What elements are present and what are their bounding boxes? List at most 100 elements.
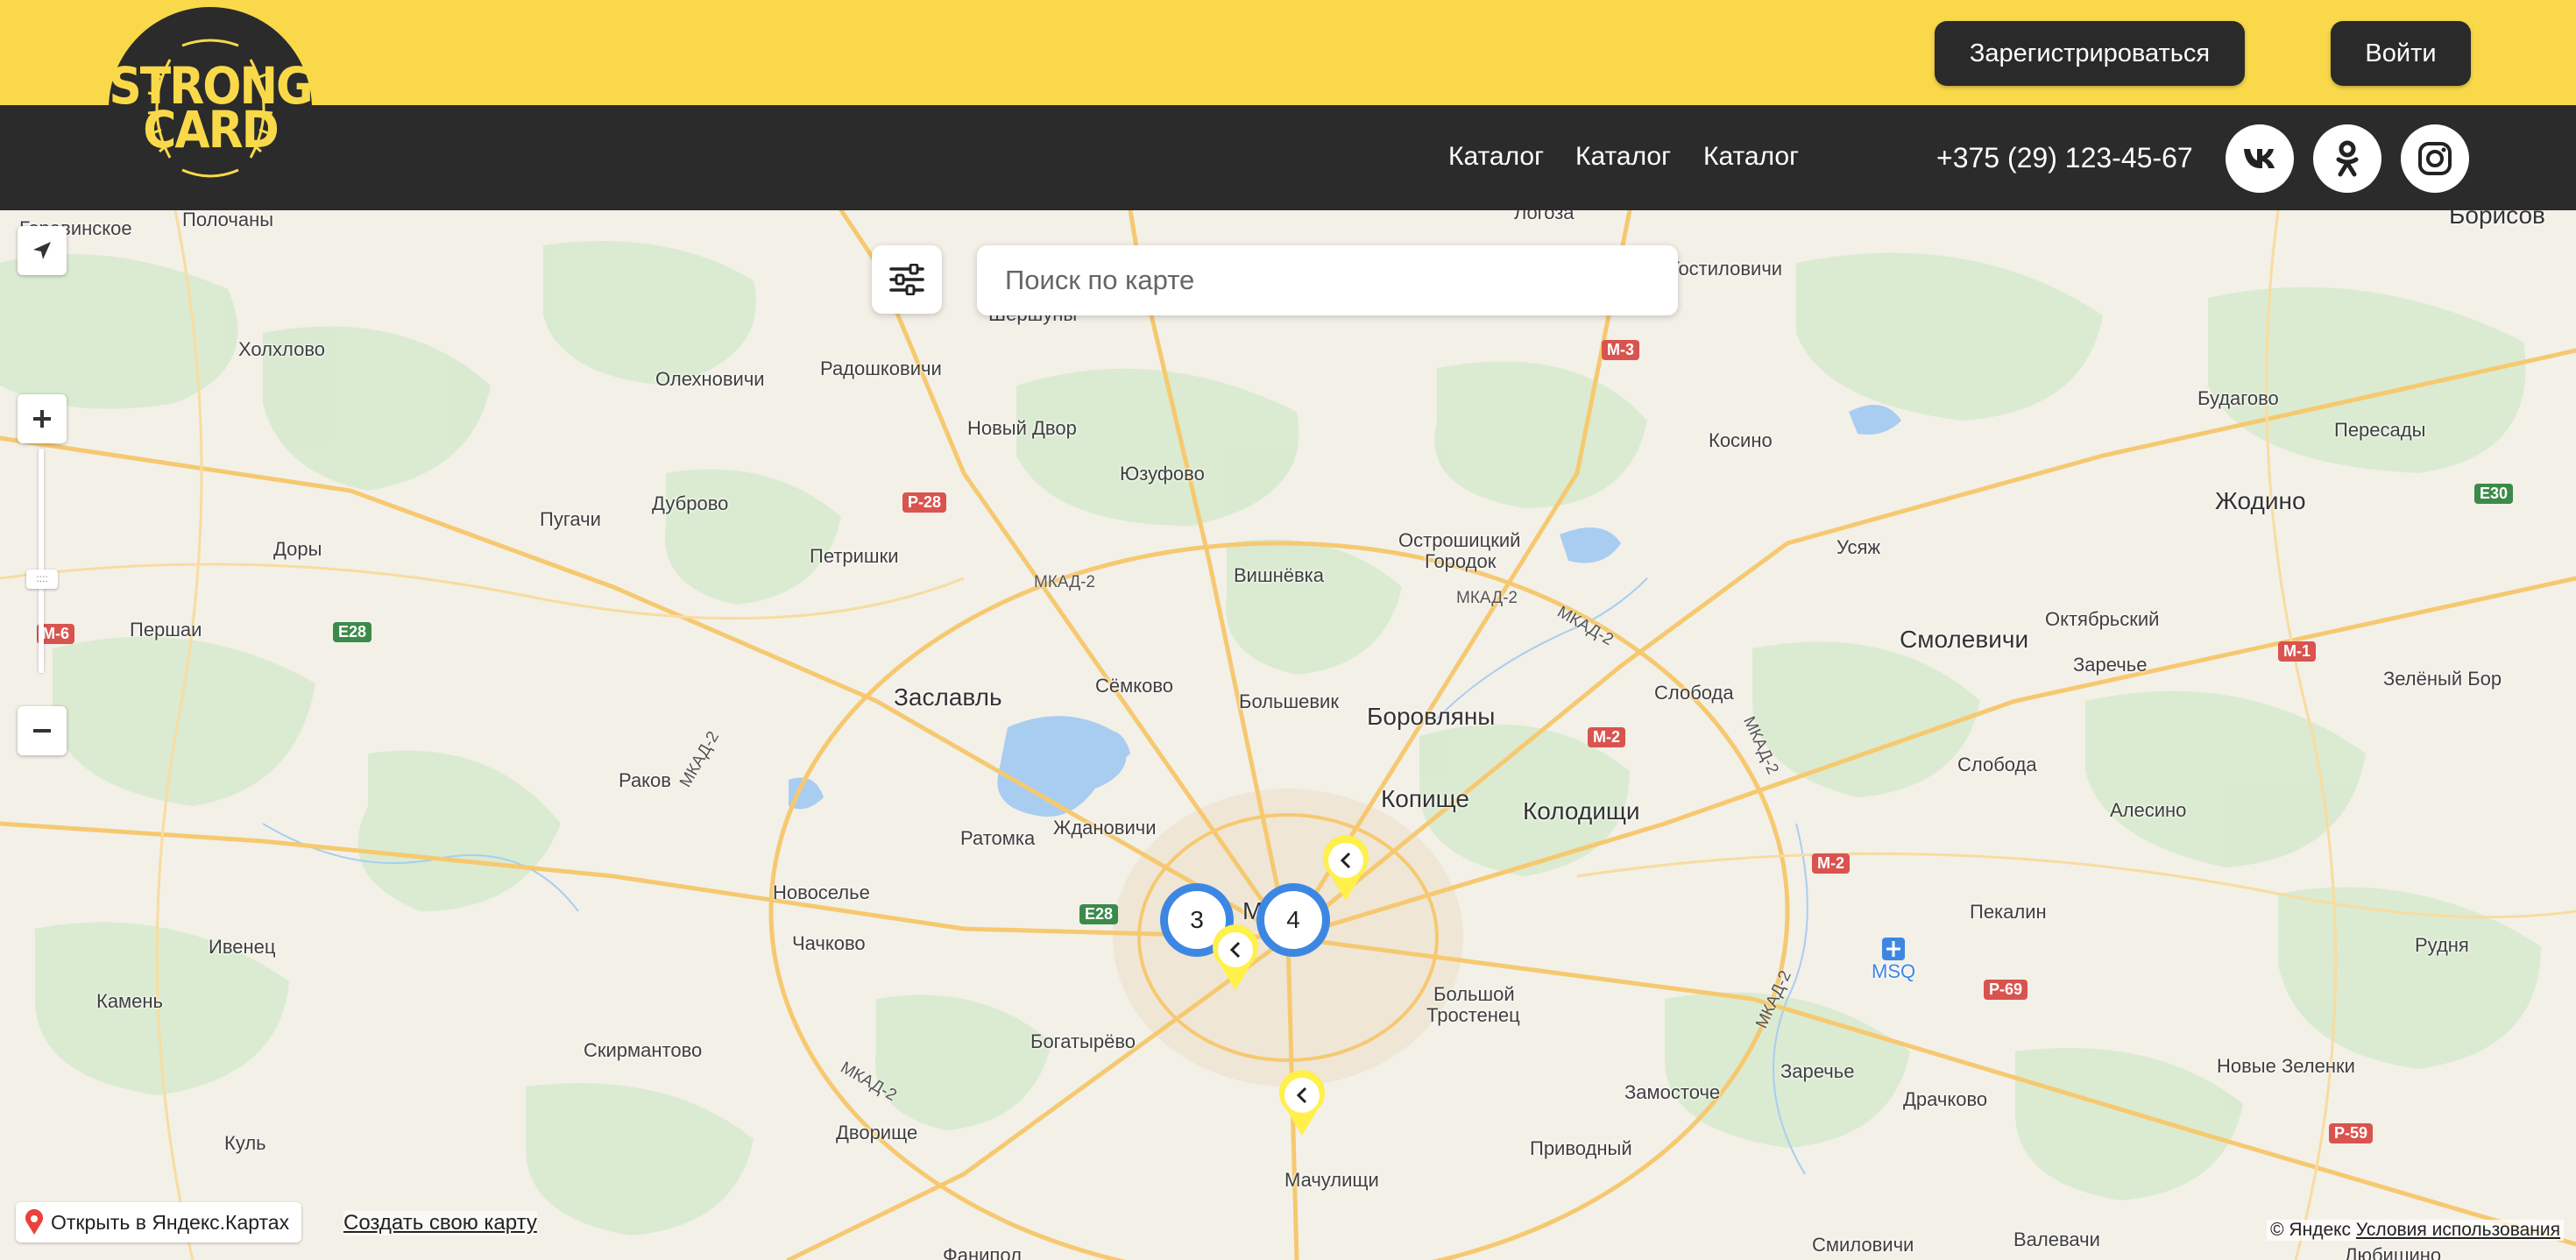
instagram-button[interactable] bbox=[2401, 124, 2469, 193]
open-in-yandex-maps-button[interactable]: Открыть в Яндекс.Картах bbox=[16, 1202, 302, 1242]
place-label: Боровляны bbox=[1367, 703, 1496, 730]
place-label: Городок bbox=[1425, 550, 1497, 572]
place-label: Большой bbox=[1433, 983, 1515, 1005]
road-shield: Е28 bbox=[333, 622, 372, 642]
instagram-icon bbox=[2418, 142, 2452, 175]
place-label: Пугачи bbox=[540, 508, 601, 530]
logo-text-card: CARD bbox=[143, 101, 280, 160]
create-map-link[interactable]: Создать свою карту bbox=[343, 1211, 537, 1235]
geolocation-button[interactable] bbox=[18, 226, 67, 275]
place-label: Алесино bbox=[2110, 799, 2187, 821]
nav-link-catalog-2[interactable]: Каталог bbox=[1575, 142, 1671, 172]
place-label: Драчково bbox=[1903, 1088, 1988, 1110]
place-label: Смолевичи bbox=[1900, 626, 2029, 653]
place-label: Першаи bbox=[130, 619, 202, 641]
place-label: Холхлово bbox=[238, 338, 326, 360]
map-pin-marker[interactable] bbox=[1209, 924, 1262, 992]
place-label: Юзуфово bbox=[1120, 463, 1205, 485]
place-label: Борисов bbox=[2449, 210, 2545, 229]
place-label: Петришки bbox=[810, 545, 899, 567]
login-button[interactable]: Войти bbox=[2331, 21, 2471, 86]
place-label: Косино bbox=[1709, 429, 1773, 451]
road-shield: М-2 bbox=[1588, 727, 1625, 747]
vk-button[interactable] bbox=[2226, 124, 2294, 193]
place-label: Ждановичи bbox=[1053, 817, 1157, 839]
map[interactable]: Гостиловичи Логоза Борисов Полочаны Холх… bbox=[0, 210, 2576, 1260]
mkad-label: МКАД-2 bbox=[1034, 573, 1095, 591]
top-bar: Зарегистрироваться Войти bbox=[0, 0, 2576, 105]
zoom-out-button[interactable] bbox=[18, 706, 67, 755]
place-label: Октябрьский bbox=[2045, 608, 2160, 630]
map-pin-marker[interactable] bbox=[1276, 1069, 1328, 1137]
plus-icon bbox=[33, 410, 51, 428]
road-shield: Р-59 bbox=[2329, 1123, 2374, 1143]
place-label: Олехновичи bbox=[655, 368, 765, 390]
open-in-yandex-maps-label: Открыть в Яндекс.Картах bbox=[51, 1210, 290, 1234]
place-label: Заречье bbox=[2073, 654, 2148, 676]
place-label: Дуброво bbox=[652, 492, 729, 514]
nav-link-catalog-3[interactable]: Каталог bbox=[1703, 142, 1799, 172]
vk-icon bbox=[2244, 149, 2275, 168]
terms-of-use-link[interactable]: Условия использования bbox=[2356, 1220, 2560, 1240]
place-label: Дворище bbox=[836, 1122, 918, 1143]
place-label: Жодино bbox=[2215, 487, 2306, 514]
place-label: Пересады bbox=[2334, 419, 2426, 441]
place-label: Будагово bbox=[2197, 387, 2279, 409]
place-label: Заречье bbox=[1780, 1060, 1855, 1082]
place-label: Новый Двор bbox=[967, 417, 1077, 439]
place-label: Зелёный Бор bbox=[2383, 668, 2502, 690]
place-label: Слобода bbox=[1654, 682, 1734, 704]
register-button[interactable]: Зарегистрироваться bbox=[1935, 21, 2245, 86]
phone-number[interactable]: +375 (29) 123-45-67 bbox=[1936, 142, 2193, 174]
place-label: Камень bbox=[96, 990, 164, 1012]
place-label: Рудня bbox=[2415, 934, 2469, 956]
place-label: Богатырёво bbox=[1030, 1030, 1136, 1052]
nav-bar: Каталог Каталог Каталог +375 (29) 123-45… bbox=[0, 105, 2576, 210]
place-label: Логоза bbox=[1514, 210, 1575, 223]
logo[interactable]: STRONG CARD bbox=[109, 7, 314, 210]
mkad-label: МКАД-2 bbox=[1456, 589, 1518, 607]
zoom-in-button[interactable] bbox=[18, 394, 67, 443]
place-label: Новоселье bbox=[773, 881, 870, 903]
place-label: Приводный bbox=[1530, 1137, 1632, 1159]
place-label: Гостиловичи bbox=[1669, 258, 1783, 280]
road-shield: Р-28 bbox=[902, 492, 947, 513]
place-label: Вишнёвка bbox=[1234, 564, 1325, 586]
road-shield: М-3 bbox=[1602, 340, 1639, 360]
place-label: Новые Зеленки bbox=[2217, 1055, 2355, 1077]
place-label: Куль bbox=[224, 1132, 266, 1154]
place-label: Полочаны bbox=[182, 210, 274, 230]
minus-icon bbox=[33, 729, 51, 733]
place-label: Заславль bbox=[894, 683, 1002, 711]
road-shield: М-2 bbox=[1812, 853, 1850, 874]
road-shield: Е30 bbox=[2474, 484, 2514, 504]
map-copyright: © Яндекс Условия использования bbox=[2267, 1220, 2564, 1241]
odnoklassniki-icon bbox=[2336, 140, 2359, 177]
zoom-slider-track[interactable] bbox=[39, 449, 44, 673]
place-label: Замосточе bbox=[1624, 1081, 1721, 1103]
place-label: Усяж bbox=[1836, 536, 1881, 558]
map-search-input[interactable] bbox=[977, 245, 1678, 315]
airport-label: MSQ bbox=[1872, 960, 1916, 982]
road-shield: Е28 bbox=[1079, 904, 1119, 924]
place-label: Ивенец bbox=[209, 936, 276, 958]
location-arrow-icon bbox=[33, 242, 51, 259]
nav-link-catalog-1[interactable]: Каталог bbox=[1448, 142, 1544, 172]
place-label: Слобода bbox=[1957, 754, 2037, 775]
place-label: Фанипол bbox=[943, 1244, 1022, 1260]
place-label: Мачулищи bbox=[1284, 1169, 1379, 1191]
road-shield: Р-69 bbox=[1984, 980, 2028, 1000]
zoom-slider-handle[interactable]: :::: bbox=[26, 570, 58, 589]
road-shield: М-1 bbox=[2278, 641, 2316, 662]
copyright-text: © Яндекс bbox=[2270, 1220, 2352, 1240]
place-label: Радошковичи bbox=[820, 357, 942, 379]
place-label: Валевачи bbox=[2013, 1228, 2100, 1250]
place-label: Скирмантово bbox=[584, 1039, 703, 1061]
place-label: Ратомка bbox=[960, 827, 1036, 849]
place-label: Чачково bbox=[792, 932, 866, 954]
place-label: Любишино bbox=[2345, 1244, 2442, 1260]
map-pin-marker[interactable] bbox=[1320, 834, 1372, 903]
place-label: Смиловичи bbox=[1812, 1234, 1914, 1256]
odnoklassniki-button[interactable] bbox=[2313, 124, 2381, 193]
filter-button[interactable] bbox=[872, 245, 942, 314]
